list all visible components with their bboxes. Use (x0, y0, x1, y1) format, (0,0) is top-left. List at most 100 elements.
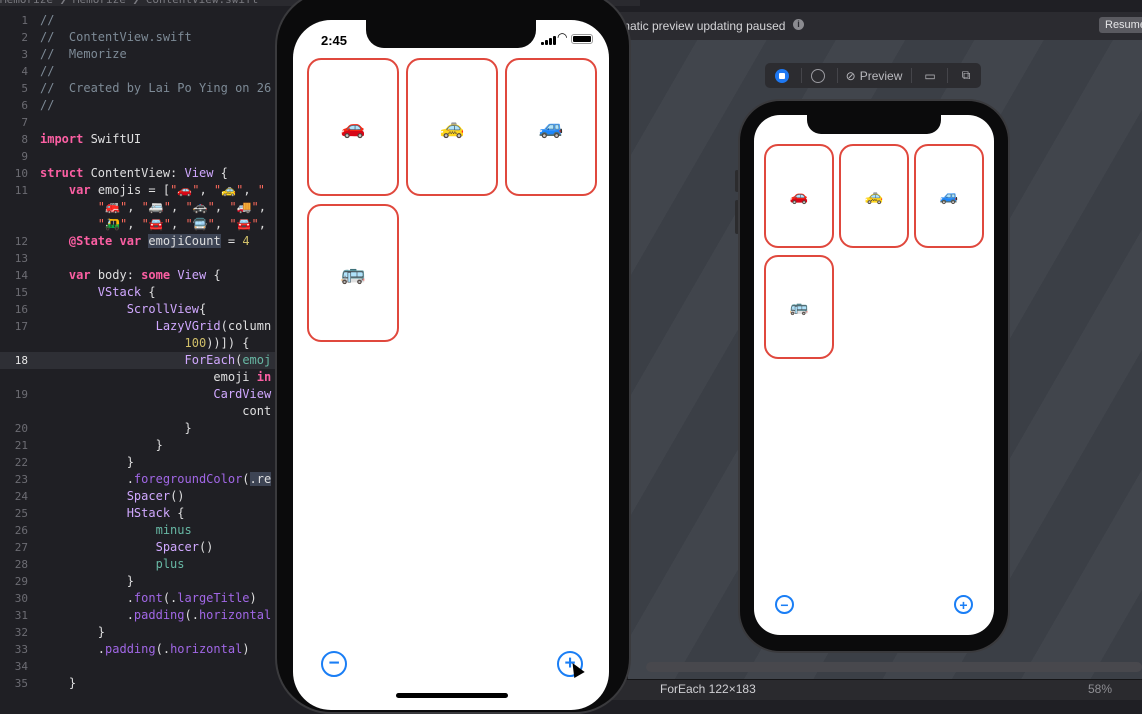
code-text[interactable]: VStack { (40, 284, 156, 301)
code-text[interactable]: plus (40, 556, 185, 573)
line-number: 26 (14, 524, 28, 537)
line-number: 25 (14, 507, 28, 520)
line-number: 23 (14, 473, 28, 486)
inspect-button[interactable] (803, 63, 833, 88)
signal-bar (545, 40, 548, 45)
minus-icon[interactable]: − (775, 595, 794, 614)
line-number: 11 (14, 184, 28, 197)
card-emoji: 🚗 (789, 187, 809, 205)
code-text[interactable]: @State var emojiCount = 4 (40, 233, 250, 250)
code-text[interactable]: } (40, 675, 76, 692)
minus-button[interactable]: − (321, 651, 347, 677)
live-preview-button[interactable] (767, 63, 797, 88)
code-text[interactable]: .foregroundColor(.re (40, 471, 272, 488)
line-number: 32 (14, 626, 28, 639)
preview-toolbar: ⊘ Preview ▭ ⧉ (765, 63, 981, 88)
line-number: 14 (14, 269, 28, 282)
line-number: 4 (21, 65, 28, 78)
code-text[interactable]: "🚒", "🚐", "🚓", "🚚", (40, 199, 266, 216)
card-suv[interactable]: 🚙 (914, 144, 984, 248)
card-car[interactable]: 🚗 (307, 58, 399, 196)
code-text[interactable]: 100))]) { (40, 335, 250, 352)
line-number: 5 (21, 82, 28, 95)
line-number: 33 (14, 643, 28, 656)
preview-label: Preview (859, 68, 903, 83)
card-suv[interactable]: 🚙 (505, 58, 597, 196)
code-text[interactable]: // Memorize (40, 46, 127, 63)
minus-icon: − (328, 653, 340, 674)
signal-bar (553, 36, 556, 45)
line-number: 12 (14, 235, 28, 248)
code-text[interactable]: ScrollView{ (40, 301, 206, 318)
info-icon[interactable]: i (793, 19, 804, 30)
code-text[interactable]: // Created by Lai Po Ying on 26 (40, 80, 271, 97)
card-bus[interactable]: 🚌 (764, 255, 834, 359)
preview-settings-button[interactable]: ⊘ Preview (839, 63, 909, 88)
card-taxi[interactable]: 🚕 (839, 144, 909, 248)
code-text[interactable]: .font(.largeTitle) (40, 590, 257, 607)
home-indicator (396, 693, 508, 698)
code-text[interactable]: .padding(.horizontal (40, 607, 272, 624)
preview-paused-message: matic preview updating paused (620, 19, 786, 33)
code-text[interactable]: minus (40, 522, 192, 539)
line-number: 13 (14, 252, 28, 265)
card-car[interactable]: 🚗 (764, 144, 834, 248)
code-text[interactable]: // (40, 12, 54, 29)
code-text[interactable]: } (40, 437, 163, 454)
code-text[interactable]: // ContentView.swift (40, 29, 192, 46)
line-number: 18 (14, 354, 28, 367)
card-emoji: 🚙 (538, 115, 564, 139)
code-text[interactable]: CardView (40, 386, 271, 403)
code-text[interactable]: ForEach(emoj (40, 352, 272, 369)
code-text[interactable]: } (40, 624, 105, 641)
resume-button[interactable]: Resume (1099, 17, 1142, 33)
line-number: 7 (21, 116, 28, 129)
card-taxi[interactable]: 🚕 (406, 58, 498, 196)
code-text[interactable]: LazyVGrid(column (40, 318, 272, 335)
line-number: 22 (14, 456, 28, 469)
code-text[interactable]: import SwiftUI (40, 131, 141, 148)
code-text[interactable]: HStack { (40, 505, 185, 522)
code-text[interactable]: } (40, 454, 134, 471)
code-text[interactable]: } (40, 420, 191, 437)
line-number: 34 (14, 660, 28, 673)
duplicate-preview-button[interactable]: ⧉ (951, 63, 981, 88)
line-number: 1 (21, 14, 28, 27)
line-number: 24 (14, 490, 28, 503)
line-number: 10 (14, 167, 28, 180)
code-text[interactable]: struct ContentView: View { (40, 165, 228, 182)
line-number: 31 (14, 609, 28, 622)
code-text[interactable]: emoji in (40, 369, 271, 386)
code-text[interactable]: "🛺", "🚘", "🚍", "🚘", (40, 216, 266, 233)
canvas-status-bar: ForEach 122×183 58% (610, 679, 1142, 700)
line-number: 6 (21, 99, 28, 112)
card-bus[interactable]: 🚌 (307, 204, 399, 342)
code-text[interactable]: var emojis = ["🚗", "🚕", " (40, 182, 265, 199)
code-text[interactable]: Spacer() (40, 488, 185, 505)
code-text[interactable]: // (40, 97, 54, 114)
card-emoji: 🚗 (340, 115, 366, 139)
code-text[interactable]: Spacer() (40, 539, 214, 556)
line-number: 35 (14, 677, 28, 690)
monitor-icon: ▭ (924, 68, 936, 83)
line-number: 17 (14, 320, 28, 333)
card-emoji: 🚌 (340, 261, 366, 285)
preview-phone-screen[interactable]: 🚗 🚕 🚙 🚌 − + (754, 115, 994, 635)
horizontal-scrollbar[interactable] (646, 662, 1142, 672)
signal-icon (541, 42, 544, 45)
line-number: 2 (21, 31, 28, 44)
stop-icon (775, 68, 789, 83)
phone-notch (366, 20, 536, 48)
plus-icon[interactable]: + (954, 595, 973, 614)
zoom-label[interactable]: 58% (1088, 682, 1112, 696)
inspect-icon (811, 68, 825, 83)
simulator-screen[interactable]: 2:45 ◠ 🚗 🚕 🚙 🚌 − + (293, 20, 609, 710)
code-text[interactable]: } (40, 573, 134, 590)
code-text[interactable]: .padding(.horizontal) (40, 641, 250, 658)
signal-bar (549, 38, 552, 45)
device-settings-button[interactable]: ▭ (915, 63, 945, 88)
code-text[interactable]: // (40, 63, 54, 80)
code-text[interactable]: cont (40, 403, 271, 420)
code-text[interactable]: var body: some View { (40, 267, 221, 284)
selection-label: ForEach 122×183 (660, 682, 756, 696)
